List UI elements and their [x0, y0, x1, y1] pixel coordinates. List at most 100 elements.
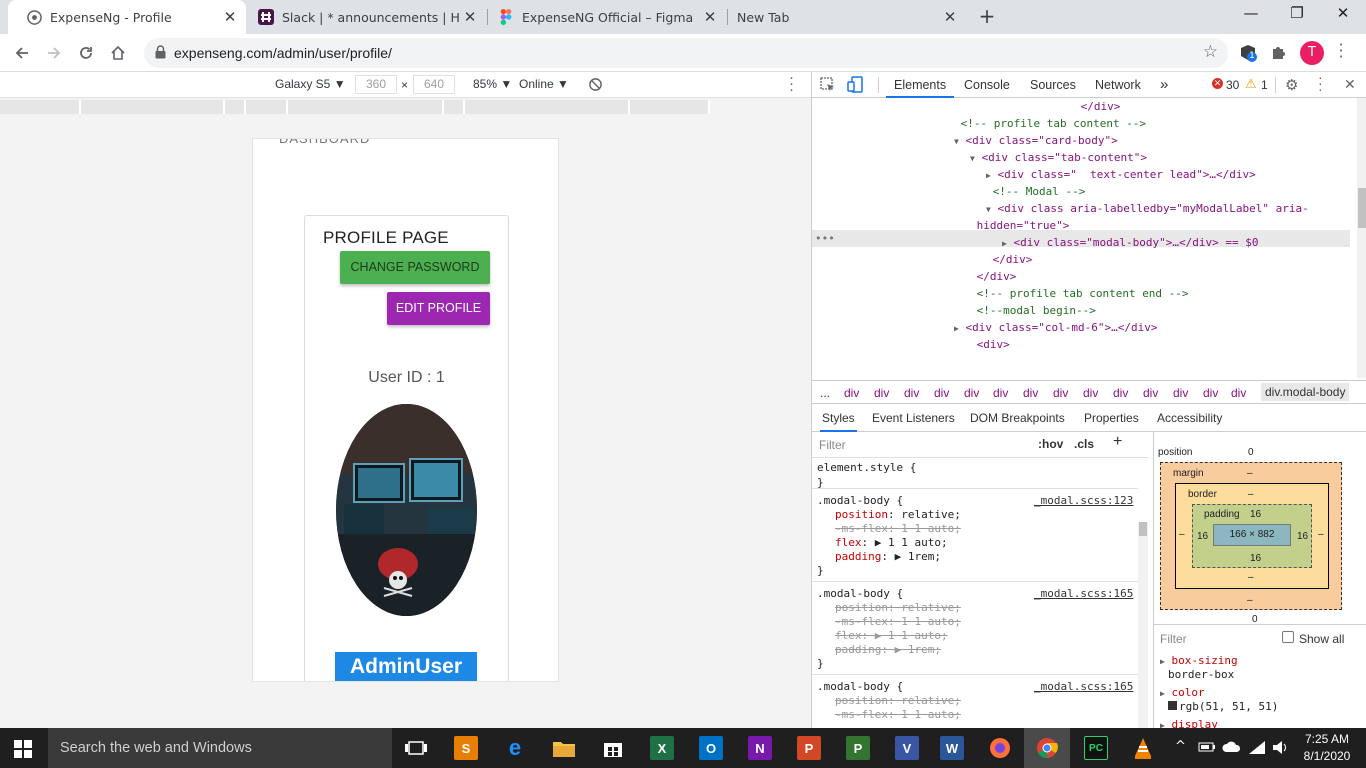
rule-source-link[interactable]: _modal.scss:123 [1034, 494, 1133, 508]
element-style-selector[interactable]: element.style { [817, 461, 916, 475]
breadcrumb-item[interactable]: div [1203, 386, 1218, 400]
computed-property-name[interactable]: ▶ display [1160, 718, 1218, 728]
lock-icon[interactable] [155, 45, 166, 62]
expand-arrow-icon[interactable]: ▶ [1160, 689, 1165, 698]
expand-arrow-icon[interactable]: ▼ [954, 137, 959, 146]
dom-line[interactable]: <!-- Modal --> [986, 183, 1086, 200]
cls-button[interactable]: .cls [1074, 437, 1094, 451]
breadcrumb-item[interactable]: ... [820, 386, 830, 400]
tab-sources[interactable]: Sources [1030, 72, 1076, 98]
breadcrumb-item[interactable]: div [934, 386, 949, 400]
media-query-bar[interactable] [0, 100, 811, 114]
computed-filter-input[interactable]: Filter [1160, 632, 1187, 646]
computed-property-name[interactable]: ▶ color [1160, 686, 1205, 701]
back-icon[interactable] [10, 41, 34, 65]
tab-styles[interactable]: Styles [820, 404, 857, 432]
edge-icon[interactable]: e [503, 735, 527, 760]
dom-line[interactable]: ▼ <div class="card-body"> [954, 132, 1118, 149]
dashboard-nav-label[interactable]: DASHBOARD [279, 139, 370, 146]
devtools-menu-icon[interactable]: · · · [1318, 70, 1323, 96]
breadcrumb-item[interactable]: div [1023, 386, 1038, 400]
close-icon[interactable]: ✕ [220, 8, 240, 26]
url-text[interactable]: expenseng.com/admin/user/profile/ [174, 45, 392, 61]
dom-line[interactable]: ▶ <div class="modal-body">…</div> == $0 [1002, 234, 1259, 251]
gear-icon[interactable]: ⚙ [1285, 76, 1298, 94]
rule-selector[interactable]: .modal-body { [817, 494, 903, 508]
error-count[interactable]: 30 [1226, 78, 1239, 92]
dom-line[interactable]: hidden="true"> [970, 217, 1070, 234]
change-password-button[interactable]: CHANGE PASSWORD [340, 251, 490, 284]
profile-avatar[interactable]: T [1300, 41, 1324, 65]
close-icon[interactable]: ✕ [460, 8, 480, 26]
new-rule-button[interactable]: + [1113, 433, 1122, 451]
style-property[interactable]: position: relative; [835, 601, 961, 615]
tab-properties[interactable]: Properties [1084, 404, 1139, 432]
close-window-button[interactable]: ✕ [1331, 4, 1355, 26]
taskbar-clock[interactable]: 7:25 AM 8/1/2020 [1296, 731, 1358, 765]
dom-line[interactable]: ▶ <div class="col-md-6">…</div> [954, 319, 1158, 336]
expand-arrow-icon[interactable]: ▶ [986, 171, 991, 180]
computed-property-name[interactable]: ▶ box-sizing [1160, 654, 1238, 669]
breadcrumb-item[interactable]: div [1113, 386, 1128, 400]
windows-start-icon[interactable] [14, 740, 32, 761]
tab-network[interactable]: Network [1095, 72, 1141, 98]
rule-selector[interactable]: .modal-body { [817, 680, 903, 694]
visio-icon[interactable]: V [895, 736, 919, 760]
device-select[interactable]: Galaxy S5 ▼ [275, 77, 346, 91]
dom-line[interactable]: </div> [986, 251, 1033, 268]
dom-line[interactable]: </div> [1074, 98, 1121, 115]
elements-scrollbar[interactable] [1357, 98, 1366, 378]
reload-icon[interactable] [74, 41, 98, 65]
battery-icon[interactable] [1198, 740, 1216, 757]
throttle-select[interactable]: Online ▼ [519, 77, 569, 91]
dom-line[interactable]: <div> [970, 336, 1010, 353]
task-view-icon[interactable] [404, 736, 428, 760]
pycharm-icon[interactable]: PC [1084, 736, 1108, 760]
tab-expenseng-profile[interactable]: ExpenseNg - Profile ✕ [8, 0, 246, 34]
tab-dom-breakpoints[interactable]: DOM Breakpoints [970, 404, 1065, 432]
hamburger-menu-icon[interactable] [515, 138, 535, 139]
word-icon[interactable]: W [940, 736, 964, 760]
warning-count[interactable]: 1 [1261, 78, 1268, 92]
tab-slack[interactable]: Slack | * announcements | HNGi7 ✕ [240, 0, 486, 34]
dom-line[interactable]: <!-- profile tab content end --> [970, 285, 1189, 302]
rotate-icon[interactable] [588, 77, 603, 95]
tab-elements[interactable]: Elements [886, 72, 955, 98]
volume-icon[interactable] [1272, 740, 1290, 758]
rule-source-link[interactable]: _modal.scss:165 [1034, 587, 1133, 601]
margin-box[interactable]: margin – – border – – – – padding 16 16 … [1160, 462, 1342, 610]
style-property[interactable]: -ms-flex: 1 1 auto; [835, 615, 961, 629]
edit-profile-button[interactable]: EDIT PROFILE [387, 292, 490, 325]
style-property[interactable]: flex: ▶ 1 1 auto; [835, 629, 948, 643]
home-icon[interactable] [106, 41, 130, 65]
rule-source-link[interactable]: _modal.scss:165 [1034, 680, 1133, 694]
excel-icon[interactable]: X [650, 736, 674, 760]
style-property[interactable]: padding: ▶ 1rem; [835, 643, 941, 657]
dom-line[interactable]: <!-- profile tab content --> [954, 115, 1146, 132]
breadcrumb-item[interactable]: div [993, 386, 1008, 400]
close-icon[interactable]: ✕ [940, 8, 960, 26]
forward-icon[interactable] [42, 41, 66, 65]
error-icon[interactable]: ✕ [1212, 78, 1223, 89]
styles-filter-input[interactable]: Filter [819, 438, 846, 452]
styles-scrollbar[interactable] [1138, 522, 1148, 728]
outlook-icon[interactable]: O [699, 736, 723, 760]
store-icon[interactable] [601, 736, 625, 760]
menu-icon[interactable]: · · · [1336, 37, 1346, 65]
style-property[interactable]: flex: ▶ 1 1 auto; [835, 536, 948, 550]
zoom-select[interactable]: 85% ▼ [473, 77, 512, 91]
expand-arrow-icon[interactable]: ▶ [1002, 239, 1007, 248]
style-property[interactable]: padding: ▶ 1rem; [835, 550, 941, 564]
width-input[interactable]: 360 [355, 75, 397, 94]
dom-line[interactable]: ▶ <div class=" text-center lead">…</div> [986, 166, 1256, 183]
minimize-button[interactable]: — [1239, 4, 1263, 26]
breadcrumb-item[interactable]: div [1083, 386, 1098, 400]
dom-line[interactable]: </div> [970, 268, 1017, 285]
breadcrumb-item[interactable]: div [1231, 386, 1246, 400]
powerpoint-icon[interactable]: P [797, 736, 821, 760]
close-devtools-icon[interactable]: ✕ [1344, 76, 1356, 93]
show-hidden-icons[interactable]: ^ [1175, 739, 1186, 754]
maximize-button[interactable]: ❐ [1285, 4, 1309, 26]
network-cloud-icon[interactable] [1222, 740, 1242, 757]
sublime-icon[interactable]: S [454, 736, 478, 760]
